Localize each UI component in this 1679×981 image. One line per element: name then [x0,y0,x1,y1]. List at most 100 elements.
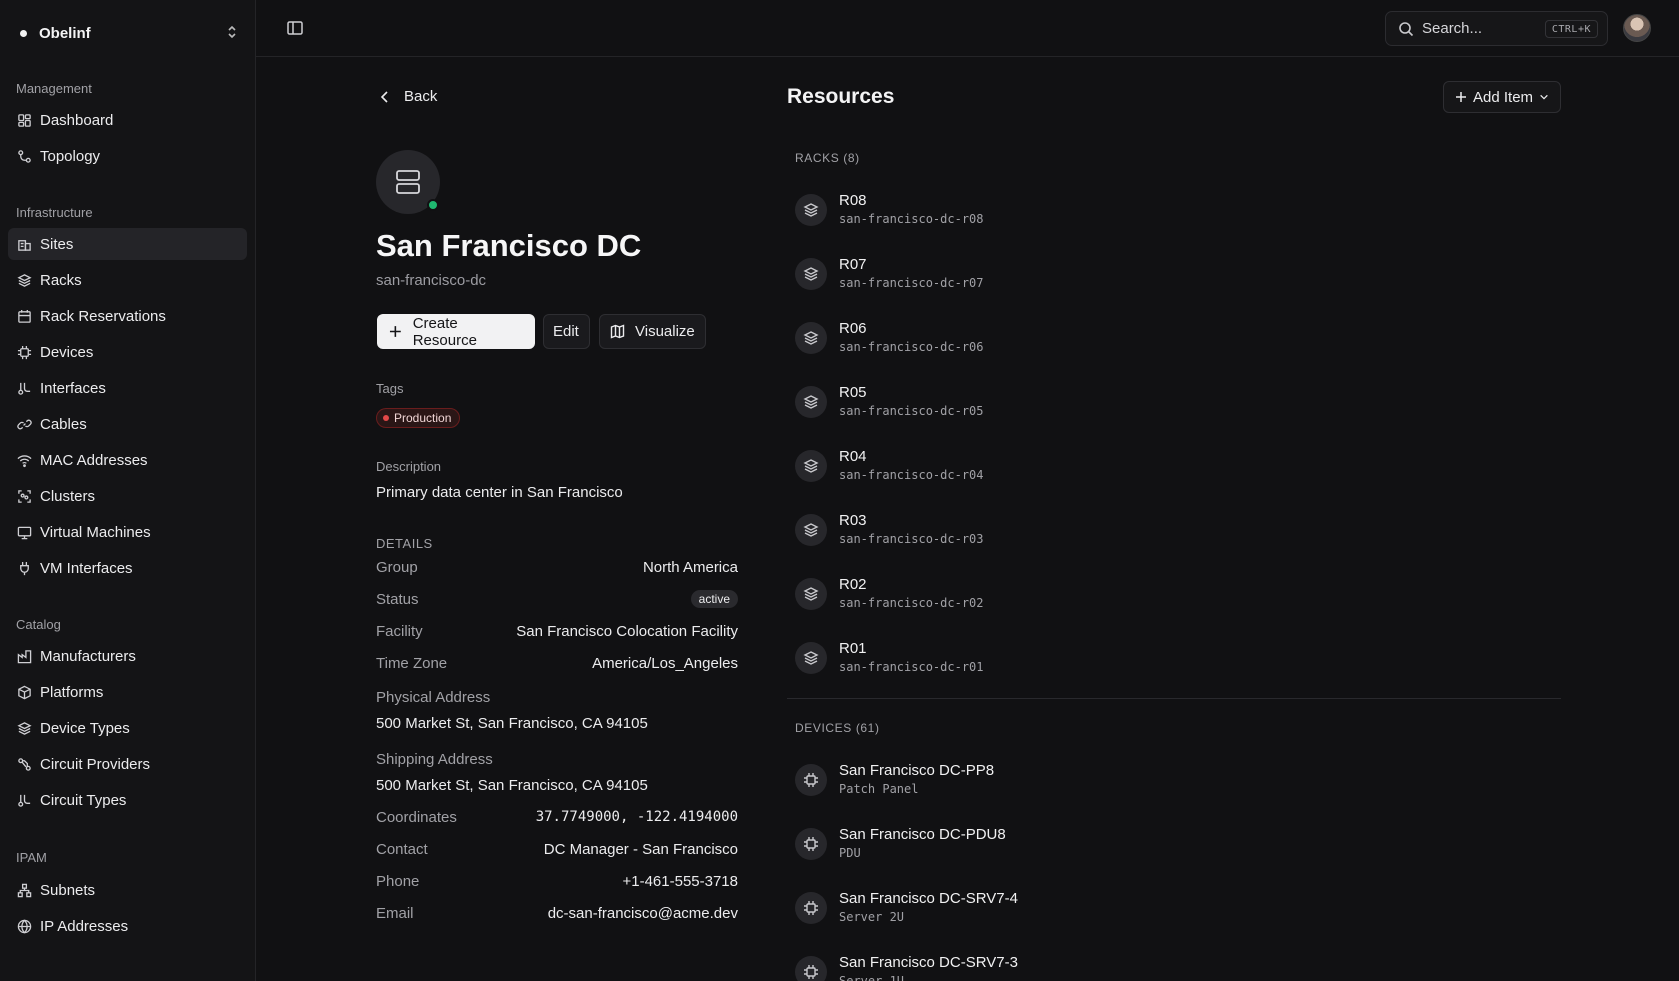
sidebar-item-label: MAC Addresses [40,451,148,469]
rack-name: R07 [839,256,867,273]
box-icon [16,684,32,700]
device-row[interactable]: San Francisco DC-SRV7-3 Server 1U [795,950,1555,981]
sidebar-item-label: Dashboard [40,111,114,129]
create-resource-button[interactable]: Create Resource [377,314,535,349]
sidebar-item-circuit-types[interactable]: Circuit Types [8,784,247,816]
layers-icon [795,194,827,226]
chevron-down-icon [1540,94,1548,100]
org-dot-icon [20,29,27,37]
rack-row[interactable]: R03 san-francisco-dc-r03 [795,508,1555,552]
sidebar-item-sites[interactable]: Sites [8,228,247,260]
detail-value: San Francisco Colocation Facility [516,622,738,640]
sidebar-item-circuit-providers[interactable]: Circuit Providers [8,748,247,780]
interfaces-icon [16,380,32,396]
detail-value: DC Manager - San Francisco [543,840,738,858]
sidebar-item-vm-interfaces[interactable]: VM Interfaces [8,552,247,584]
rack-slug: san-francisco-dc-r01 [839,660,984,674]
chip-icon [795,892,827,924]
wifi-icon [16,452,32,468]
sidebar-item-devices[interactable]: Devices [8,336,247,368]
detail-row-facility: Facility San Francisco Colocation Facili… [376,620,738,642]
rack-row[interactable]: R07 san-francisco-dc-r07 [795,252,1555,296]
avatar[interactable] [1623,14,1651,42]
sidebar-item-clusters[interactable]: Clusters [8,480,247,512]
device-row[interactable]: San Francisco DC-SRV7-4 Server 2U [795,886,1555,930]
rack-name: R05 [839,384,867,401]
org-switcher[interactable]: Obelinf [8,14,248,52]
sidebar-item-platforms[interactable]: Platforms [8,676,247,708]
sidebar-item-dashboard[interactable]: Dashboard [8,104,247,136]
add-item-button[interactable]: Add Item [1443,81,1561,113]
rack-row[interactable]: R05 san-francisco-dc-r05 [795,380,1555,424]
create-resource-label: Create Resource [412,314,477,349]
device-type: Server 1U [839,974,905,981]
detail-row-status: Status active [376,588,738,610]
site-slug: san-francisco-dc [376,272,487,289]
rack-slug: san-francisco-dc-r03 [839,532,984,546]
rack-row[interactable]: R04 san-francisco-dc-r04 [795,444,1555,488]
physical-address-value: 500 Market St, San Francisco, CA 94105 [376,715,648,732]
sidebar-item-racks[interactable]: Racks [8,264,247,296]
sidebar-item-subnets[interactable]: Subnets [8,874,247,906]
rack-slug: san-francisco-dc-r05 [839,404,984,418]
sidebar-item-manufacturers[interactable]: Manufacturers [8,640,247,672]
tag-label: Production [394,411,452,425]
section-label-infrastructure: Infrastructure [16,205,93,220]
chip-icon [16,344,32,360]
description-text: Primary data center in San Francisco [376,484,623,501]
search-input[interactable]: Search... CTRL+K [1385,11,1608,46]
visualize-button[interactable]: Visualize [599,314,706,349]
layers-icon [795,450,827,482]
back-button[interactable]: Back [378,88,437,105]
sidebar-item-label: Sites [40,235,74,253]
chip-icon [795,828,827,860]
rack-slug: san-francisco-dc-r04 [839,468,984,482]
sidebar-item-mac-addresses[interactable]: MAC Addresses [8,444,247,476]
rack-row[interactable]: R01 san-francisco-dc-r01 [795,636,1555,680]
shipping-address-value: 500 Market St, San Francisco, CA 94105 [376,777,648,794]
layers-icon [795,386,827,418]
sidebar-item-label: Circuit Providers [40,755,151,773]
detail-value[interactable]: dc-san-francisco@acme.dev [548,905,738,922]
rack-row[interactable]: R02 san-francisco-dc-r02 [795,572,1555,616]
detail-value[interactable]: +1-461-555-3718 [622,873,738,890]
rack-row[interactable]: R08 san-francisco-dc-r08 [795,188,1555,232]
detail-key: Facility [376,622,423,640]
chip-icon [795,956,827,981]
rack-name: R08 [839,192,867,209]
topology-icon [16,148,32,164]
layers-icon [795,642,827,674]
detail-key: Group [376,558,418,576]
racks-header: RACKS (8) [795,151,860,165]
sidebar-item-topology[interactable]: Topology [8,140,247,172]
layers-icon [795,322,827,354]
device-row[interactable]: San Francisco DC-PDU8 PDU [795,822,1555,866]
sidebar-item-ip-addresses[interactable]: IP Addresses [8,910,247,942]
cluster-icon [16,488,32,504]
rack-name: R02 [839,576,867,593]
sidebar-item-label: Topology [40,147,101,165]
sidebar-item-interfaces[interactable]: Interfaces [8,372,247,404]
sidebar-item-label: Clusters [40,487,96,505]
sidebar-item-label: Cables [40,415,87,433]
detail-value: America/Los_Angeles [592,654,738,672]
layers-icon [16,272,32,288]
description-label: Description [376,459,442,474]
visualize-label: Visualize [635,323,695,340]
edit-button[interactable]: Edit [543,314,590,349]
dashboard-icon [16,112,32,128]
physical-address-label: Physical Address [376,689,491,706]
sidebar-item-virtual-machines[interactable]: Virtual Machines [8,516,247,548]
detail-row-phone: Phone +1-461-555-3718 [376,870,738,892]
sidebar-item-device-types[interactable]: Device Types [8,712,247,744]
sidebar-item-label: VM Interfaces [40,559,133,577]
sidebar-item-rack-reservations[interactable]: Rack Reservations [8,300,247,332]
sidebar-toggle-icon[interactable] [286,19,304,37]
building-icon [16,236,32,252]
sidebar-item-cables[interactable]: Cables [8,408,247,440]
tag-production[interactable]: Production [376,408,461,428]
device-row[interactable]: San Francisco DC-PP8 Patch Panel [795,758,1555,802]
device-type: PDU [839,846,861,860]
detail-value[interactable]: North America [643,559,738,576]
rack-row[interactable]: R06 san-francisco-dc-r06 [795,316,1555,360]
